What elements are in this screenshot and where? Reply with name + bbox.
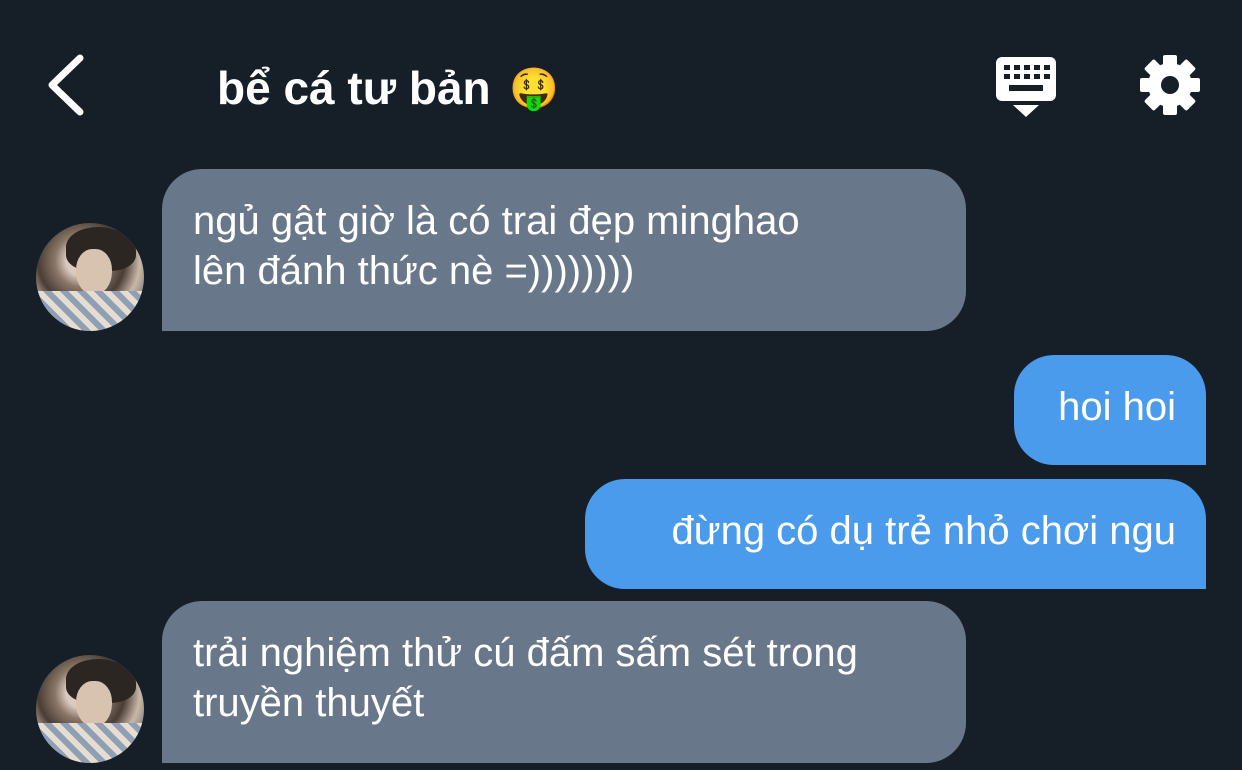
conversation-title-text: bể cá tư bản: [217, 62, 491, 114]
conversation-header: bể cá tư bản 🤑: [0, 0, 1242, 160]
message-bubble-outgoing[interactable]: đừng có dụ trẻ nhỏ chơi ngu: [585, 479, 1206, 589]
gear-icon: [1140, 55, 1200, 115]
avatar[interactable]: [36, 655, 144, 763]
conversation-title: bể cá tư bản 🤑: [217, 60, 559, 117]
chevron-left-icon: [48, 54, 84, 116]
settings-button[interactable]: [1137, 52, 1203, 118]
message-bubble-incoming[interactable]: trải nghiệm thử cú đấm sấm sét trong tru…: [162, 601, 966, 763]
keyboard-icon: [996, 57, 1056, 117]
keyboard-button[interactable]: [993, 55, 1059, 119]
avatar[interactable]: [36, 223, 144, 331]
message-bubble-outgoing[interactable]: hoi hoi: [1014, 355, 1206, 465]
money-mouth-face-emoji: 🤑: [509, 67, 560, 111]
back-button[interactable]: [36, 50, 96, 120]
message-bubble-incoming[interactable]: ngủ gật giờ là có trai đẹp minghao lên đ…: [162, 169, 966, 331]
